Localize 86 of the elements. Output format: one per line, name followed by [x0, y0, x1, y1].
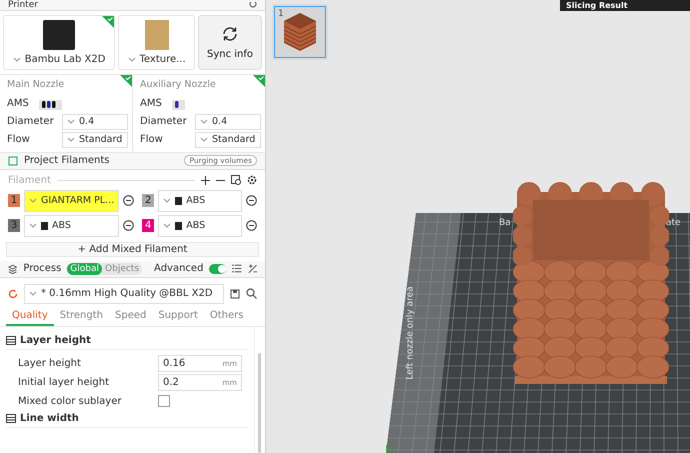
- filament-dropdown[interactable]: GIANTARM PL...: [24, 190, 120, 212]
- settings-tab[interactable]: Quality: [6, 308, 54, 326]
- flow-dropdown[interactable]: Standard: [195, 132, 261, 148]
- chevron-icon: [67, 119, 75, 124]
- settings-icon[interactable]: [249, 2, 257, 8]
- save-icon[interactable]: [230, 288, 240, 299]
- reset-icon[interactable]: [8, 288, 18, 299]
- field-label: Diameter: [140, 116, 188, 128]
- ams-spool-icon: [172, 98, 185, 110]
- more-icon[interactable]: [123, 195, 134, 206]
- advanced-toggle[interactable]: [209, 264, 226, 274]
- field-label: Flow: [140, 134, 164, 146]
- nozzle-area-label: Left nozzle only area: [406, 286, 416, 380]
- bed-label: ate: [666, 218, 681, 228]
- more-icon[interactable]: [246, 195, 257, 206]
- filament-number: 4: [142, 219, 154, 232]
- chevron-icon: [200, 119, 208, 124]
- search-icon[interactable]: [246, 288, 257, 300]
- ams-label: AMS: [7, 98, 29, 110]
- planter-model-drawing: [284, 13, 316, 51]
- sync-icon: [221, 24, 239, 43]
- group-title: Layer height: [20, 335, 91, 346]
- plate-number: 1: [278, 9, 284, 19]
- group-title: Line width: [20, 413, 79, 424]
- nozzle-title: Main Nozzle: [7, 78, 66, 90]
- chevron-icon: [163, 198, 172, 204]
- add-mixed-filament-button[interactable]: + Add Mixed Filament: [6, 242, 259, 257]
- diameter-dropdown[interactable]: 0.4: [62, 114, 128, 130]
- chevron-icon: [29, 223, 37, 228]
- advanced-label: Advanced: [154, 263, 204, 274]
- printer-model: Bambu Lab X2D: [24, 54, 106, 65]
- slicing-result-bar: Slicing Result: [560, 0, 690, 11]
- panel-title: Printer: [8, 0, 38, 10]
- field-label: Diameter: [7, 116, 55, 128]
- setting-label: Mixed color sublayer: [18, 396, 122, 407]
- ams-label: AMS: [140, 98, 162, 110]
- filament-label: Filament: [8, 174, 51, 186]
- nozzle-title: Auxiliary Nozzle: [140, 78, 217, 90]
- layers-icon: [8, 264, 18, 274]
- settings-tab[interactable]: Speed: [109, 308, 152, 326]
- section-title: Process: [23, 263, 62, 274]
- filament-icon: [8, 156, 18, 166]
- section-title: Project Filaments: [24, 155, 110, 166]
- chevron-icon: [163, 223, 172, 228]
- printer-card[interactable]: Bambu Lab X2D: [3, 14, 116, 70]
- chevron-icon: [29, 198, 37, 204]
- filament-number: 3: [8, 219, 20, 232]
- list-icon[interactable]: [232, 264, 242, 274]
- add-icon[interactable]: [201, 176, 210, 185]
- filament-number: 2: [142, 194, 154, 208]
- sync-filament-icon[interactable]: [231, 175, 241, 186]
- chevron-icon: [29, 291, 37, 296]
- chevron-icon: [67, 137, 75, 142]
- setting-label: Layer height: [18, 358, 82, 369]
- checkbox[interactable]: [158, 395, 170, 408]
- sync-info-button[interactable]: Sync info: [198, 14, 262, 70]
- filament-number: 1: [8, 194, 20, 208]
- printer-image: [43, 20, 76, 50]
- scrollbar[interactable]: [258, 352, 260, 453]
- section-icon: [6, 414, 16, 424]
- section-icon: [6, 336, 16, 346]
- plate-card[interactable]: Texture...: [118, 14, 195, 70]
- ams-spool-icon: [38, 98, 62, 110]
- chevron-icon: [128, 56, 136, 62]
- filament-dropdown[interactable]: ABS: [24, 214, 120, 237]
- settings-tab[interactable]: Support: [152, 308, 204, 326]
- bed-label: Ba: [499, 218, 511, 228]
- chevron-icon: [12, 56, 21, 62]
- compare-icon[interactable]: [248, 264, 257, 274]
- field-label: Flow: [7, 134, 31, 146]
- more-icon[interactable]: [246, 220, 257, 232]
- filament-dropdown[interactable]: ABS: [158, 190, 242, 212]
- settings-icon[interactable]: [247, 175, 257, 186]
- settings-tab[interactable]: Others: [204, 308, 250, 326]
- settings-tab[interactable]: Strength: [54, 308, 109, 326]
- setting-label: Initial layer height: [18, 376, 110, 388]
- plate-image: [144, 20, 169, 50]
- flow-dropdown[interactable]: Standard: [62, 132, 128, 148]
- filament-dropdown[interactable]: ABS: [158, 214, 242, 237]
- check-corner-icon: [120, 74, 132, 87]
- plate-type: Texture...: [140, 54, 186, 65]
- diameter-dropdown[interactable]: 0.4: [195, 114, 261, 130]
- chevron-icon: [200, 137, 208, 142]
- check-corner-icon: [102, 16, 114, 28]
- preset-dropdown[interactable]: * 0.16mm High Quality @BBL X2D: [24, 284, 224, 304]
- more-icon[interactable]: [123, 220, 134, 232]
